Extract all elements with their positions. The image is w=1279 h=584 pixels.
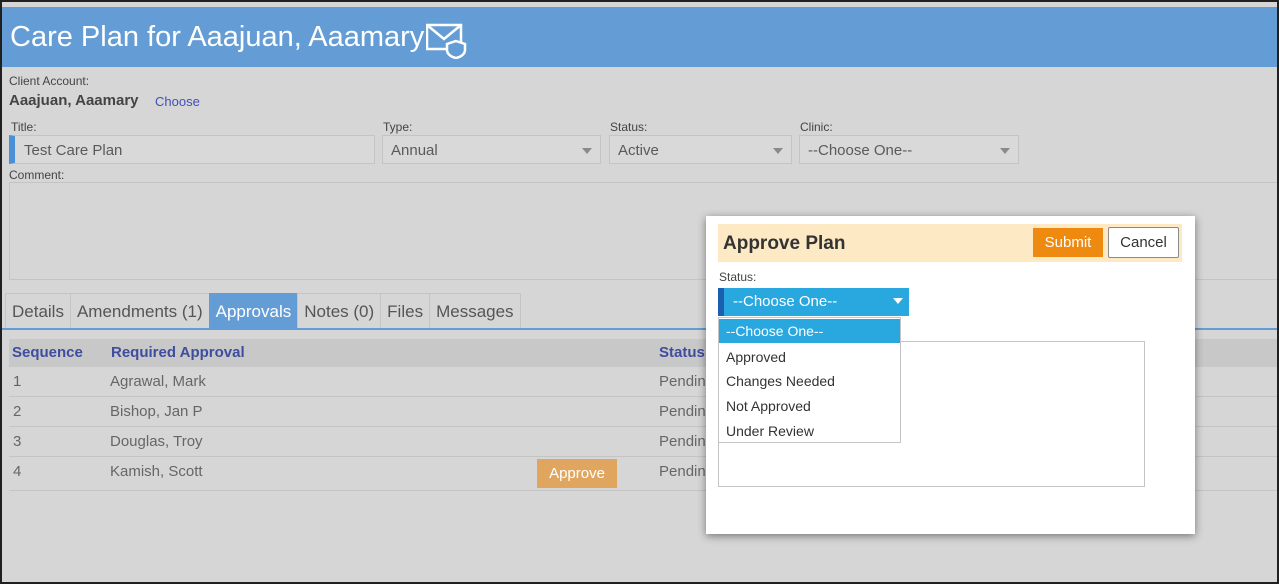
column-status[interactable]: Status: [659, 344, 705, 361]
row-sequence: 1: [13, 373, 22, 390]
client-name: Aaajuan, Aaamary: [9, 92, 139, 109]
approve-button[interactable]: Approve: [537, 459, 617, 488]
tab-details[interactable]: Details: [5, 293, 71, 329]
row-sequence: 2: [13, 403, 22, 420]
page-header: Care Plan for Aaajuan, Aaamary: [2, 7, 1277, 67]
tab-approvals[interactable]: Approvals: [208, 293, 299, 329]
row-approver: Agrawal, Mark: [110, 373, 206, 390]
row-approver: Kamish, Scott: [110, 463, 203, 480]
clinic-select-value: --Choose One--: [808, 142, 913, 159]
title-label: Title:: [11, 120, 37, 134]
comment-label: Comment:: [9, 168, 65, 182]
option-not-approved[interactable]: Not Approved: [719, 394, 900, 418]
clinic-select[interactable]: --Choose One--: [799, 135, 1019, 164]
chevron-down-icon: [893, 298, 903, 304]
row-status: Pendin: [659, 433, 706, 450]
option-approved[interactable]: Approved: [719, 345, 900, 369]
client-account-label: Client Account:: [9, 74, 90, 88]
choose-client-link[interactable]: Choose: [155, 94, 200, 109]
row-sequence: 4: [13, 463, 22, 480]
approve-plan-dialog: Approve Plan Submit Cancel Status: --Cho…: [706, 216, 1195, 534]
status-label: Status:: [610, 120, 648, 134]
app-frame: Care Plan for Aaajuan, Aaamary Client Ac…: [0, 0, 1279, 584]
chevron-down-icon: [773, 148, 783, 154]
row-approver: Douglas, Troy: [110, 433, 203, 450]
status-options-list: --Choose One-- Approved Changes Needed N…: [718, 317, 901, 443]
dialog-status-select[interactable]: --Choose One--: [718, 288, 909, 316]
clinic-label: Clinic:: [800, 120, 833, 134]
mail-shield-icon[interactable]: [426, 23, 468, 59]
option-choose-one[interactable]: --Choose One--: [719, 319, 900, 343]
type-select-value: Annual: [391, 142, 438, 159]
page-title: Care Plan for Aaajuan, Aaamary: [10, 21, 425, 53]
tab-amendments[interactable]: Amendments (1): [69, 293, 210, 329]
dialog-header: Approve Plan Submit Cancel: [718, 224, 1182, 262]
type-select[interactable]: Annual: [382, 135, 601, 164]
row-status: Pendin: [659, 403, 706, 420]
row-status: Pendin: [659, 463, 706, 480]
chevron-down-icon: [1000, 148, 1010, 154]
dialog-status-label: Status:: [719, 270, 757, 284]
column-required-approval[interactable]: Required Approval: [111, 344, 245, 361]
title-input[interactable]: Test Care Plan: [9, 135, 375, 164]
tab-notes[interactable]: Notes (0): [297, 293, 382, 329]
column-sequence[interactable]: Sequence: [12, 344, 83, 361]
submit-button[interactable]: Submit: [1033, 228, 1103, 257]
option-changes-needed[interactable]: Changes Needed: [719, 369, 900, 393]
row-approver: Bishop, Jan P: [110, 403, 203, 420]
tab-messages[interactable]: Messages: [429, 293, 521, 329]
cancel-button[interactable]: Cancel: [1108, 227, 1179, 258]
tab-bar: Details Amendments (1) Approvals Notes (…: [5, 293, 521, 329]
row-status: Pendin: [659, 373, 706, 390]
status-select-value: Active: [618, 142, 659, 159]
status-select[interactable]: Active: [609, 135, 792, 164]
row-sequence: 3: [13, 433, 22, 450]
option-under-review[interactable]: Under Review: [719, 419, 900, 443]
dialog-title: Approve Plan: [723, 233, 846, 254]
chevron-down-icon: [582, 148, 592, 154]
tab-files[interactable]: Files: [380, 293, 431, 329]
dialog-status-value: --Choose One--: [733, 293, 838, 310]
type-label: Type:: [383, 120, 413, 134]
